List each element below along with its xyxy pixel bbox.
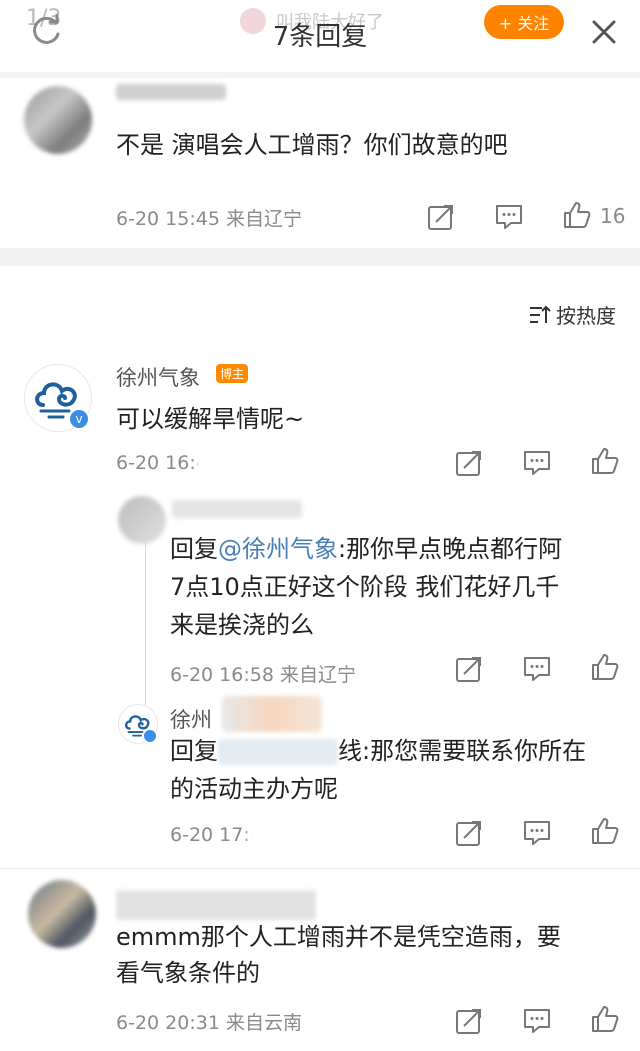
reply-text: :那你早点晚点都行阿 [338, 535, 563, 563]
comment-time: 6-20 16:58 来自辽宁 [170, 664, 356, 686]
divider [0, 868, 640, 869]
like-icon[interactable] [590, 816, 620, 846]
avatar[interactable] [28, 880, 96, 948]
author-name-blurred[interactable] [172, 500, 302, 518]
author-name-blurred[interactable] [116, 84, 226, 100]
reply-prefix: 回复 [170, 535, 218, 563]
comment-icon[interactable] [522, 1006, 552, 1036]
blur-overlay [222, 696, 322, 732]
header-bar: 1/3 叫我陆大好了 7条回复 + 关注 [0, 0, 640, 80]
author-name[interactable]: 徐州 [170, 704, 212, 734]
like-count: 16 [600, 204, 626, 228]
mention-link[interactable]: @徐州气象 [218, 535, 338, 563]
verified-icon: v [68, 408, 90, 430]
sort-icon [530, 305, 551, 323]
comment-text-line-2: 看气象条件的 [116, 959, 260, 987]
close-icon[interactable] [586, 14, 622, 50]
comment-text-line-1: 回复@徐州气象:那你早点晚点都行阿 [170, 530, 562, 568]
reply-item: 回复@徐州气象:那你早点晚点都行阿 7点10点正好这个阶段 我们花好几千 来是挨… [0, 490, 640, 690]
comment-icon[interactable] [522, 654, 552, 684]
mention-blurred[interactable] [218, 739, 338, 765]
avatar[interactable] [118, 496, 166, 544]
comment-text: 可以缓解旱情呢~ [116, 405, 305, 433]
author-badge: 博主 [216, 364, 249, 383]
comment-icon[interactable] [522, 818, 552, 848]
comment-text-line-1: emmm那个人工增雨并不是凭空造雨，要 [116, 923, 561, 951]
reply-prefix: 回复 [170, 737, 218, 765]
comment-text-line-1: 回复 线:那您需要联系你所在 [170, 732, 586, 770]
reply-item: emmm那个人工增雨并不是凭空造雨，要 看气象条件的 6-20 20:31 来自… [0, 874, 640, 1051]
reply-text: 线:那您需要联系你所在 [338, 737, 587, 765]
comment-icon[interactable] [494, 202, 524, 232]
comment-text-line-3: 来是挨浇的么 [170, 611, 314, 639]
like-icon[interactable] [590, 446, 620, 476]
share-icon[interactable] [454, 818, 484, 848]
like-icon[interactable] [590, 1004, 620, 1034]
sort-toggle[interactable]: 按热度 [528, 300, 616, 329]
avatar[interactable] [24, 86, 92, 154]
top-comment: 不是 演唱会人工增雨？你们故意的吧 6-20 15:45 来自辽宁 16 [0, 78, 640, 248]
comment-time: 6-20 20:31 来自云南 [116, 1012, 302, 1034]
comment-time: 6-20 15:45 来自辽宁 [116, 208, 302, 230]
sort-label: 按热度 [556, 304, 616, 328]
comment-text: 不是 演唱会人工增雨？你们故意的吧 [116, 131, 508, 159]
comment-icon[interactable] [522, 448, 552, 478]
reply-item: v 徐州气象 博主 可以缓解旱情呢~ 6-20 16:4 [0, 350, 640, 480]
author-name[interactable]: 徐州气象 [116, 362, 200, 392]
reply-item: 徐州 回复 线:那您需要联系你所在 的活动主办方呢 6-20 17:00 [0, 696, 640, 866]
like-icon[interactable] [590, 652, 620, 682]
section-divider [0, 248, 640, 266]
comment-text-line-2: 的活动主办方呢 [170, 775, 338, 803]
share-icon[interactable] [426, 202, 456, 232]
author-name-blurred[interactable] [116, 890, 316, 920]
share-icon[interactable] [454, 654, 484, 684]
blur-overlay [196, 448, 236, 474]
verified-icon [142, 728, 158, 744]
comment-time: 6-20 16:4 [116, 452, 208, 474]
share-icon[interactable] [454, 1006, 484, 1036]
blur-overlay [248, 820, 288, 846]
comment-text-line-2: 7点10点正好这个阶段 我们花好几千 [170, 573, 560, 601]
share-icon[interactable] [454, 448, 484, 478]
follow-button[interactable]: + 关注 [484, 5, 564, 39]
like-icon[interactable] [562, 200, 592, 230]
